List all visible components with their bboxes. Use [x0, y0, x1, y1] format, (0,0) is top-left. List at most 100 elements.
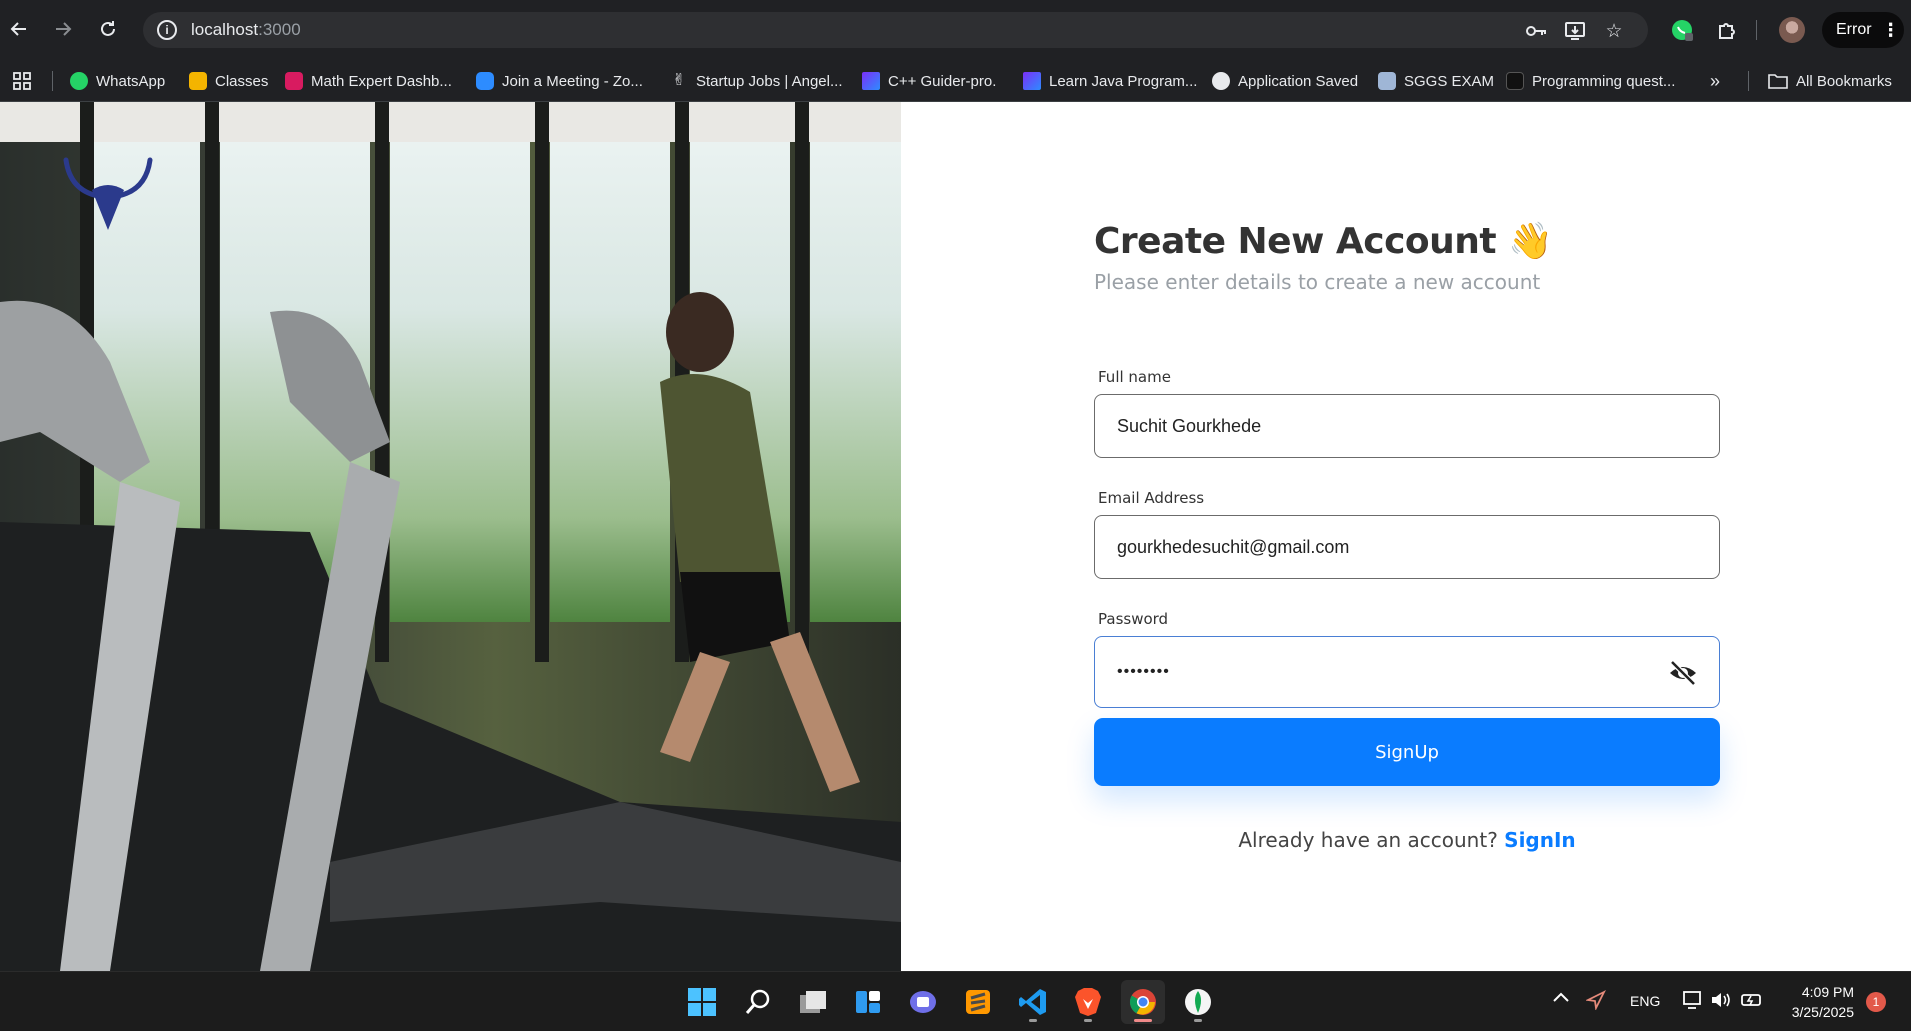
arrow-right-icon — [56, 22, 72, 36]
toolbar-divider — [1756, 20, 1757, 40]
language-indicator[interactable]: ENG — [1630, 993, 1660, 1009]
bookmark-star-icon[interactable]: ☆ — [1603, 20, 1625, 42]
bookmark-math-expert[interactable]: Math Expert Dashb... — [285, 69, 452, 93]
arrow-left-icon — [10, 22, 26, 36]
password-value: •••••••• — [1117, 663, 1170, 680]
math-expert-icon — [285, 72, 303, 90]
email-value: gourkhedesuchit@gmail.com — [1117, 536, 1350, 557]
brave-browser-app[interactable] — [1066, 980, 1110, 1024]
classroom-icon — [189, 72, 207, 90]
bookmark-label: Classes — [215, 72, 269, 90]
fullname-label: Full name — [1098, 368, 1171, 386]
zoom-icon — [476, 72, 494, 90]
password-group: Password •••••••• — [1094, 610, 1720, 708]
clock-time: 4:09 PM — [1801, 984, 1854, 1000]
sublime-text-app[interactable] — [956, 980, 1000, 1024]
bookmark-learn-java[interactable]: Learn Java Program... — [1023, 69, 1197, 93]
brave-icon — [1075, 988, 1101, 1016]
system-clock[interactable]: 4:09 PM 3/25/2025 — [1784, 982, 1854, 1022]
search-icon — [745, 989, 770, 1014]
page-title: Create New Account 👋 — [1094, 220, 1720, 263]
forward-button[interactable] — [46, 12, 80, 46]
show-hidden-icons-chevron-icon[interactable] — [1552, 990, 1570, 1007]
bookmark-label: WhatsApp — [96, 72, 166, 90]
apps-grid-icon[interactable] — [12, 69, 32, 93]
eye-off-icon[interactable] — [1667, 657, 1699, 689]
bookmark-startup-jobs[interactable]: ✌ Startup Jobs | Angel... — [670, 69, 842, 93]
widgets-button[interactable] — [846, 980, 890, 1024]
clock-date: 3/25/2025 — [1791, 1004, 1854, 1020]
reload-button[interactable] — [91, 12, 125, 46]
more-bookmarks-chevron-icon[interactable]: » — [1710, 69, 1720, 93]
profile-error-button[interactable]: Error ⋮ — [1822, 12, 1904, 48]
start-button[interactable] — [680, 980, 724, 1024]
signup-page: Create New Account 👋 Please enter detail… — [0, 102, 1911, 971]
discord-app[interactable] — [901, 980, 945, 1024]
cpp-guider-icon — [862, 72, 880, 90]
browser-toolbar: i localhost:3000 ☆ Error ⋮ — [0, 0, 1911, 60]
whatsapp-extension-icon[interactable] — [1665, 13, 1699, 47]
signin-prompt-text: Already have an account? — [1238, 828, 1498, 852]
task-view-button[interactable] — [791, 980, 835, 1024]
bookmark-label: C++ Guider-pro. — [888, 72, 997, 90]
install-app-icon[interactable] — [1564, 20, 1586, 42]
bookmark-cpp-guider[interactable]: C++ Guider-pro. — [862, 69, 996, 93]
fullname-input[interactable]: Suchit Gourkhede — [1094, 394, 1720, 458]
address-bar[interactable]: i localhost:3000 ☆ — [143, 12, 1648, 48]
bookmark-label: All Bookmarks — [1796, 72, 1892, 90]
whatsapp-icon — [70, 72, 88, 90]
password-input[interactable]: •••••••• — [1094, 636, 1720, 708]
learn-java-icon — [1023, 72, 1041, 90]
signup-button[interactable]: SignUp — [1094, 718, 1720, 786]
fullname-group: Full name Suchit Gourkhede — [1094, 368, 1720, 458]
bookmark-label: SGGS EXAM — [1404, 72, 1495, 90]
sggs-icon — [1378, 72, 1396, 90]
discord-icon — [910, 991, 936, 1013]
back-button[interactable] — [2, 12, 36, 46]
widgets-icon — [856, 991, 880, 1013]
mongodb-compass-app[interactable] — [1176, 980, 1220, 1024]
extensions-puzzle-icon[interactable] — [1710, 13, 1744, 47]
site-info-icon[interactable]: i — [157, 20, 177, 40]
reload-icon — [101, 21, 115, 36]
profile-avatar[interactable] — [1779, 17, 1805, 43]
fullname-value: Suchit Gourkhede — [1117, 415, 1262, 436]
vscode-icon — [1019, 989, 1046, 1015]
sublime-text-icon — [966, 990, 990, 1014]
bookmark-whatsapp[interactable]: WhatsApp — [70, 69, 165, 93]
bookmark-label: Application Saved — [1238, 72, 1359, 90]
location-arrow-icon[interactable] — [1585, 989, 1607, 1014]
bull-logo-icon — [63, 157, 153, 230]
key-icon[interactable] — [1526, 20, 1548, 42]
email-input[interactable]: gourkhedesuchit@gmail.com — [1094, 515, 1720, 579]
search-button[interactable] — [736, 980, 780, 1024]
network-icon[interactable] — [1682, 990, 1704, 1014]
signin-link[interactable]: SignIn — [1504, 828, 1576, 852]
bookmark-label: Join a Meeting - Zo... — [502, 72, 643, 90]
globe-icon — [1212, 72, 1230, 90]
bookmark-programming-questions[interactable]: Programming quest... — [1506, 69, 1675, 93]
bookmark-classes[interactable]: Classes — [189, 69, 268, 93]
battery-charging-icon[interactable] — [1740, 990, 1764, 1014]
folder-icon — [1768, 74, 1788, 89]
gym-hero-image — [0, 102, 901, 971]
all-bookmarks-button[interactable]: All Bookmarks — [1768, 69, 1892, 93]
bookmark-zoom[interactable]: Join a Meeting - Zo... — [476, 69, 643, 93]
bookmarks-divider — [52, 71, 53, 91]
chrome-icon — [1129, 989, 1156, 1015]
victory-hand-icon: ✌ — [672, 72, 686, 89]
windows-taskbar: ENG 4:09 PM 3/25/2025 1 — [0, 971, 1911, 1031]
chrome-app[interactable] — [1121, 980, 1165, 1024]
bookmark-sggs-exam[interactable]: SGGS EXAM — [1378, 69, 1494, 93]
bookmark-label: Learn Java Program... — [1049, 72, 1198, 90]
vscode-app[interactable] — [1011, 980, 1055, 1024]
task-view-icon — [800, 991, 826, 1013]
email-group: Email Address gourkhedesuchit@gmail.com — [1094, 489, 1720, 579]
programming-icon — [1506, 72, 1524, 90]
error-label: Error — [1836, 21, 1872, 38]
notification-badge[interactable]: 1 — [1866, 992, 1886, 1012]
volume-icon[interactable] — [1710, 990, 1732, 1014]
bookmark-application-saved[interactable]: Application Saved — [1212, 69, 1358, 93]
password-label: Password — [1098, 610, 1169, 628]
bookmarks-divider — [1748, 71, 1749, 91]
